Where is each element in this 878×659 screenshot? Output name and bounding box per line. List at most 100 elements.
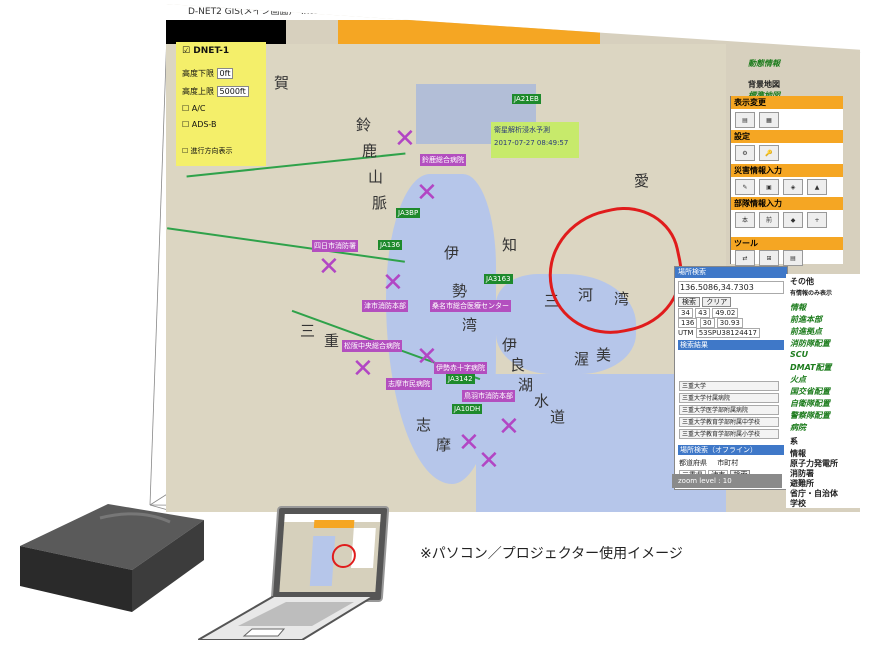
section-settings[interactable]: 設定	[731, 130, 843, 143]
section-unit-input[interactable]: 部隊情報入力	[731, 197, 843, 210]
layer-item[interactable]: DMAT配置	[790, 362, 831, 373]
layer-item[interactable]: 学校	[790, 498, 806, 509]
section-display-change[interactable]: 表示変更	[731, 96, 843, 109]
clear-button[interactable]: クリア	[702, 297, 732, 307]
lon-min[interactable]: 30	[699, 318, 715, 328]
layer-header-top: 動態情報 背景地図 標準地図	[748, 58, 780, 101]
layer-item[interactable]: SCU	[790, 350, 808, 359]
section-disaster-input[interactable]: 災害情報入力	[731, 164, 843, 177]
facility-label[interactable]: 鈴鹿総合病院	[420, 154, 466, 166]
checkbox-icon[interactable]: ☐	[182, 147, 188, 155]
unit-icon[interactable]: ◆	[783, 212, 803, 228]
result-item[interactable]: 三重大学医学部附属病院	[679, 405, 779, 415]
aircraft-label[interactable]: JA136	[378, 240, 403, 250]
hq-icon[interactable]: 本	[735, 212, 755, 228]
layer-item[interactable]: 自衛隊配置	[790, 398, 830, 409]
display-button[interactable]: ▤	[735, 112, 755, 128]
facility-label[interactable]: 松阪中央総合病院	[342, 340, 402, 352]
map-label: 道	[550, 408, 566, 426]
map-icon[interactable]: ◈	[783, 179, 803, 195]
incident-marker[interactable]: ✕	[352, 356, 374, 382]
incident-marker[interactable]: ✕	[458, 430, 480, 456]
laptop-keyboard	[198, 596, 374, 640]
lon-deg[interactable]: 136	[678, 318, 698, 328]
aircraft-label[interactable]: JA10DH	[452, 404, 483, 414]
map-label: 重	[324, 332, 340, 350]
layer-item[interactable]: 国交省配置	[790, 386, 830, 397]
altitude-max-select[interactable]: 5000ft	[216, 86, 249, 97]
route-icon[interactable]: ⇄	[735, 250, 755, 266]
aircraft-label[interactable]: JA3163	[484, 274, 513, 284]
lat-sec[interactable]: 49.02	[712, 308, 739, 318]
laptop-screen	[270, 506, 390, 602]
lat-min[interactable]: 43	[695, 308, 711, 318]
checkbox-icon[interactable]: ☐	[182, 120, 189, 129]
background-map-label[interactable]: 背景地図	[748, 79, 780, 90]
layer-item[interactable]: 前進本部	[790, 314, 822, 325]
section-tools[interactable]: ツール	[731, 237, 843, 250]
incident-marker[interactable]: ✕	[318, 254, 340, 280]
lon-sec[interactable]: 30.93	[716, 318, 743, 328]
coords-input[interactable]: 136.5086,34.7303	[678, 281, 784, 294]
layer-item[interactable]: 情報	[790, 302, 806, 313]
facility-label[interactable]: 志摩市民病院	[386, 378, 432, 390]
checkbox-icon[interactable]: ☐	[182, 104, 189, 113]
result-item[interactable]: 三重大学	[679, 381, 779, 391]
map-label: 摩	[436, 436, 452, 454]
aircraft-label[interactable]: JA21EB	[512, 94, 541, 104]
incident-marker[interactable]: ✕	[416, 180, 438, 206]
map-label: 知	[502, 236, 518, 254]
password-button[interactable]: 🔑	[759, 145, 779, 161]
result-item[interactable]: 三重大学教育学部附属中学校	[679, 417, 779, 427]
facility-label[interactable]: 津市消防本部	[362, 300, 408, 312]
laptop-display	[279, 514, 381, 592]
hospital-icon[interactable]: +	[807, 212, 827, 228]
result-item[interactable]: 三重大学教育学部附属小学校	[679, 429, 779, 439]
utm-input[interactable]: 53SPU38124417	[695, 328, 761, 338]
facility-label[interactable]: 伊勢赤十字病院	[434, 362, 487, 374]
layer-item[interactable]: 病院	[790, 422, 806, 433]
map-label: 伊	[444, 244, 460, 262]
aircraft-label[interactable]: JA3142	[446, 374, 475, 384]
altitude-min-select[interactable]: 0ft	[216, 68, 234, 79]
result-item[interactable]: 三重大学付属病院	[679, 393, 779, 403]
lat-deg[interactable]: 34	[678, 308, 693, 318]
info-settings-button[interactable]: ⚙	[735, 145, 755, 161]
layer-item[interactable]: 警察隊配置	[790, 410, 830, 421]
pref-label: 都道府県	[679, 459, 707, 467]
aircraft-label[interactable]: JA3BP	[396, 208, 421, 218]
forward-icon[interactable]: 前	[759, 212, 779, 228]
incident-marker[interactable]: ✕	[498, 414, 520, 440]
checkbox-icon[interactable]: ☑	[182, 46, 190, 56]
layer-list: その他 有情報のみ表示 情報 前進本部 前進拠点 消防隊配置 SCU DMAT配…	[786, 274, 860, 508]
facility-label[interactable]: 桑名市総合医療センター	[430, 300, 511, 312]
camera-icon[interactable]: ▣	[759, 179, 779, 195]
popup-title: 衛星解析浸水予測	[494, 126, 550, 134]
offline-search-title: 場所検索（オフライン）	[678, 445, 784, 455]
layer-item[interactable]: 前進拠点	[790, 326, 822, 337]
facility-label[interactable]: 四日市消防署	[312, 240, 358, 252]
map-label: 鈴	[356, 116, 372, 134]
save-icon[interactable]: ▤	[783, 250, 803, 266]
option-adsb: ADS-B	[191, 120, 217, 129]
facility-label[interactable]: 鳥羽市消防本部	[462, 390, 515, 402]
layer-item[interactable]: 消防隊配置	[790, 338, 830, 349]
map-label: 伊	[502, 336, 518, 354]
layer-item[interactable]: 火点	[790, 374, 806, 385]
bottom-header: 系	[790, 437, 798, 446]
altitude-max-label: 高度上限	[182, 87, 214, 96]
projector-icon	[20, 504, 204, 612]
fire-icon[interactable]: ▲	[807, 179, 827, 195]
flood-prediction-popup[interactable]: 衛星解析浸水予測 2017-07-27 08:49:57	[491, 122, 579, 158]
incident-marker[interactable]: ✕	[394, 126, 416, 152]
search-button[interactable]: 検索	[678, 297, 700, 307]
incident-marker[interactable]: ✕	[478, 448, 500, 474]
projected-screen: D-NET2 GIS(メイン画面) - Internet Explorer 賀 …	[166, 4, 860, 512]
measure-icon[interactable]: ⊞	[759, 250, 779, 266]
incident-marker[interactable]: ✕	[382, 270, 404, 296]
pen-icon[interactable]: ✎	[735, 179, 755, 195]
layer-button[interactable]: ▦	[759, 112, 779, 128]
place-search-panel: 場所検索 136.5086,34.7303 検索 クリア 34 43 49.02…	[674, 266, 788, 490]
city-label: 市町村	[717, 459, 739, 467]
dynamic-info-label[interactable]: 動態情報	[748, 58, 780, 69]
